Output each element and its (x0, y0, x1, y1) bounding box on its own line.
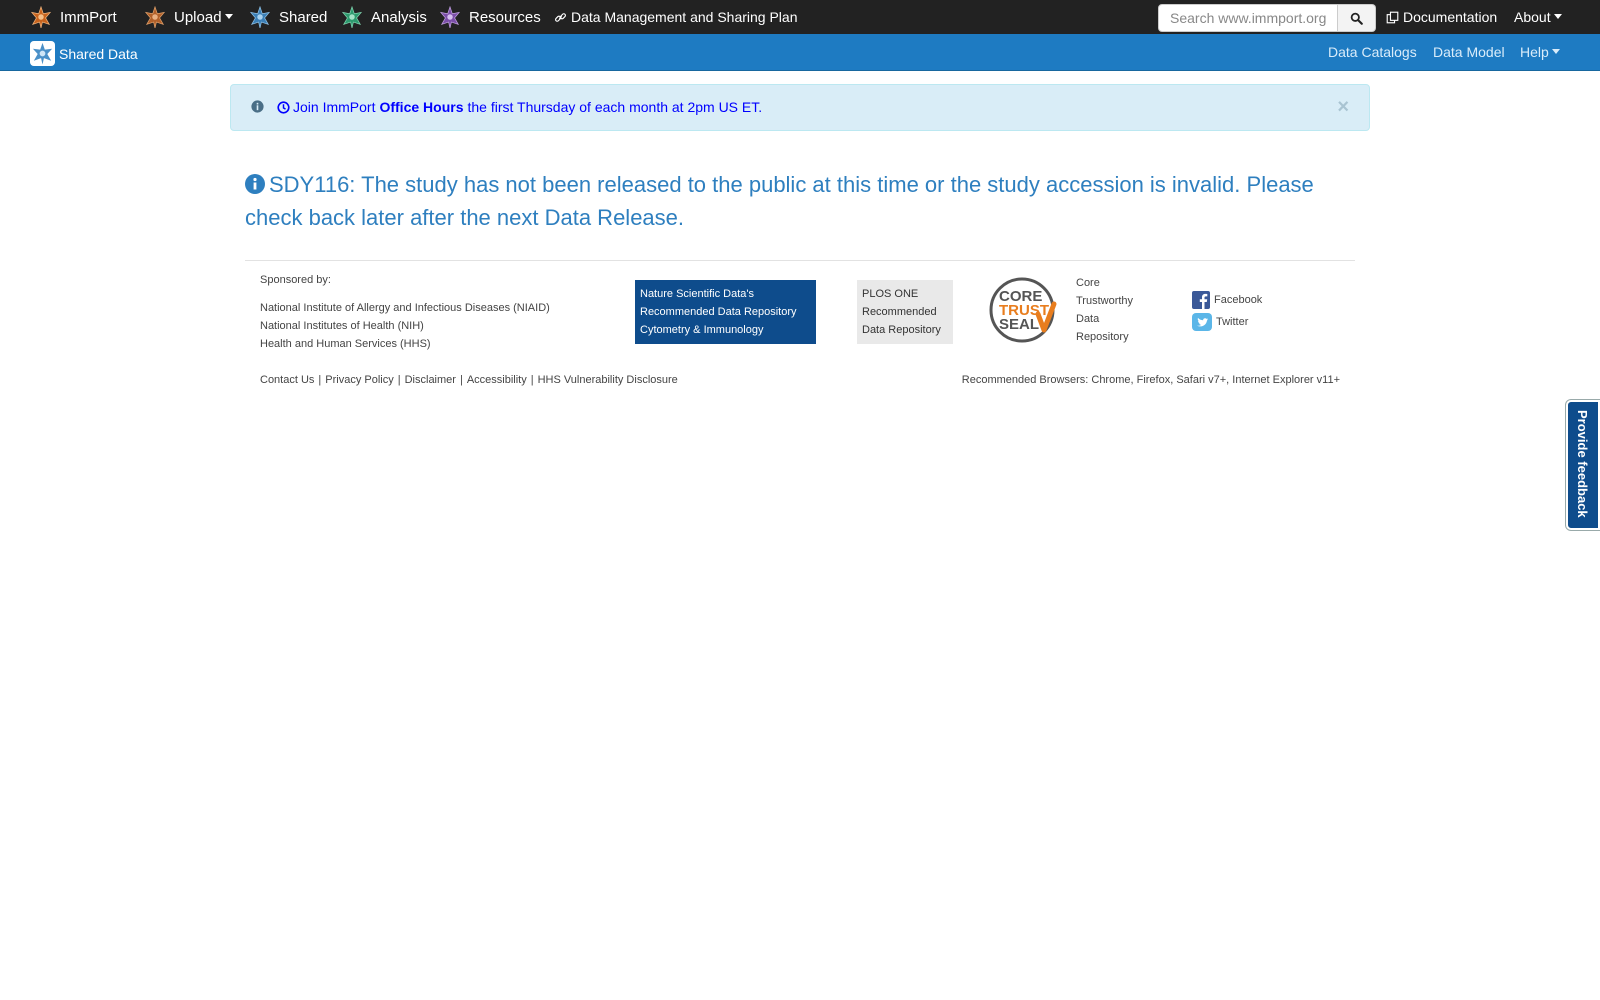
separator: | (397, 374, 401, 386)
cts-line-3: Data (1076, 313, 1100, 325)
hhs-vulnerability-disclosure-link[interactable]: HHS Vulnerability Disclosure (538, 374, 678, 386)
twitter-icon (1192, 313, 1212, 331)
nature-line-2: Recommended Data Repository (640, 306, 797, 318)
cts-line-1: Core (1076, 277, 1100, 289)
sponsor-nih: National Institutes of Health (NIH) (260, 320, 424, 332)
sponsor-niaid: National Institute of Allergy and Infect… (260, 302, 550, 314)
privacy-policy-link[interactable]: Privacy Policy (325, 374, 393, 386)
separator: | (459, 374, 463, 386)
cts-line-2: Trustworthy (1076, 295, 1134, 307)
contact-us-link[interactable]: Contact Us (260, 374, 314, 386)
nature-line-1: Nature Scientific Data's (640, 288, 754, 300)
facebook-link[interactable]: Facebook (1192, 289, 1262, 311)
footer: Sponsored by: National Institute of Alle… (0, 0, 1600, 400)
facebook-icon (1192, 291, 1210, 309)
disclaimer-link[interactable]: Disclaimer (405, 374, 456, 386)
twitter-label: Twitter (1216, 316, 1249, 328)
social-links: Facebook Twitter (1192, 289, 1262, 333)
sponsored-by-label: Sponsored by: (260, 274, 331, 286)
core-trust-seal-word-seal: SEAL (999, 316, 1039, 333)
plos-line-2: Recommended (862, 306, 937, 318)
footer-links: Contact Us | Privacy Policy | Disclaimer | Acc… (260, 374, 678, 386)
separator: | (530, 374, 534, 386)
recommended-browsers-text: Recommended Browsers: Chrome, Firefox, S… (961, 374, 1340, 386)
facebook-label: Facebook (1214, 294, 1263, 306)
core-trust-seal-logo[interactable]: CORE TRUST SEAL (988, 276, 1060, 344)
twitter-link[interactable]: Twitter (1192, 311, 1262, 333)
provide-feedback-button[interactable]: Provide feedback (1566, 400, 1600, 530)
nature-line-3: Cytometry & Immunology (640, 324, 764, 336)
sponsor-list: National Institute of Allergy and Infect… (260, 299, 550, 353)
plos-line-3: Data Repository (862, 324, 941, 336)
cts-line-4: Repository (1076, 331, 1129, 343)
plos-line-1: PLOS ONE (862, 288, 919, 300)
plos-one-badge[interactable]: PLOS ONE Recommended Data Repository (857, 280, 953, 344)
accessibility-link[interactable]: Accessibility (467, 374, 527, 386)
nature-scientific-data-badge[interactable]: Nature Scientific Data's Recommended Dat… (635, 280, 816, 344)
core-trust-seal-text: Core Trustworthy Data Repository (1076, 274, 1156, 346)
separator: | (318, 374, 322, 386)
sponsor-hhs: Health and Human Services (HHS) (260, 338, 431, 350)
provide-feedback-label: Provide feedback (1575, 410, 1590, 518)
